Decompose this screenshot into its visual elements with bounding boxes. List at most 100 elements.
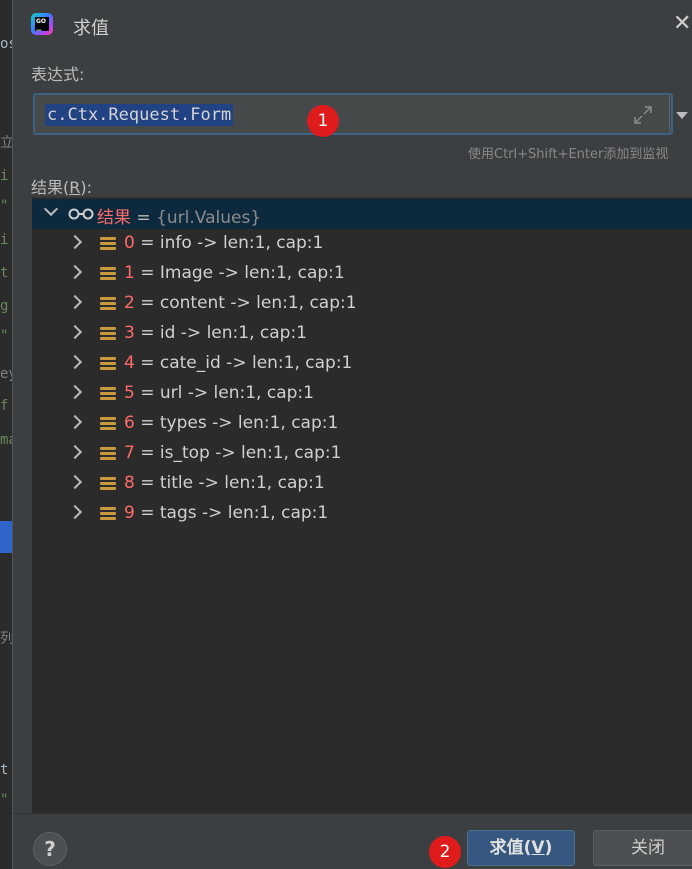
tree-root-row[interactable]: 结果 = {url.Values} <box>32 199 692 229</box>
tree-row-label: 8 = title -> len:1, cap:1 <box>124 473 325 493</box>
editor-selection-highlight <box>0 521 12 553</box>
field-lines-icon <box>100 477 116 491</box>
row-index: 6 <box>124 413 135 433</box>
code-fragment: " <box>0 328 9 344</box>
expression-label: 表达式: <box>31 65 85 84</box>
row-value: = Image -> len:1, cap:1 <box>134 263 345 283</box>
tree-row-label: 1 = Image -> len:1, cap:1 <box>124 263 345 283</box>
evaluate-button[interactable]: 求值(V) <box>467 830 575 866</box>
code-fragment: i <box>0 168 9 184</box>
row-value: = url -> len:1, cap:1 <box>134 383 314 403</box>
row-value: = content -> len:1, cap:1 <box>134 293 357 313</box>
field-lines-icon <box>100 297 116 311</box>
tree-row[interactable]: 2 = content -> len:1, cap:1 <box>32 289 692 319</box>
chevron-right-icon[interactable] <box>67 474 83 490</box>
tree-row[interactable]: 0 = info -> len:1, cap:1 <box>32 229 692 259</box>
row-value: = cate_id -> len:1, cap:1 <box>134 353 353 373</box>
code-fragment: " <box>0 792 9 808</box>
row-value: = id -> len:1, cap:1 <box>134 323 307 343</box>
field-lines-icon <box>100 357 116 371</box>
chevron-right-icon[interactable] <box>67 354 83 370</box>
tree-row[interactable]: 7 = is_top -> len:1, cap:1 <box>32 439 692 469</box>
row-index: 3 <box>124 323 135 343</box>
row-index: 0 <box>124 233 135 253</box>
code-fragment: 立 <box>0 135 12 151</box>
code-fragment: ey <box>0 366 12 382</box>
expression-input[interactable]: c.Ctx.Request.Form <box>33 93 688 135</box>
root-name: 结果 <box>97 208 131 228</box>
close-button[interactable]: 关闭 <box>593 830 692 866</box>
dropdown-separator <box>669 95 670 133</box>
chevron-down-icon[interactable] <box>43 201 59 217</box>
evaluate-dialog: GO — 求值 ✕ 表达式: c.Ctx.Request.Form 1 使用Ctr… <box>12 0 692 869</box>
footer-separator <box>13 813 692 814</box>
root-eq: = <box>131 208 157 228</box>
root-type: {url.Values} <box>156 208 262 228</box>
code-fragment: i <box>0 232 9 248</box>
glasses-icon <box>68 208 94 220</box>
row-index: 2 <box>124 293 135 313</box>
tree-row-label: 4 = cate_id -> len:1, cap:1 <box>124 353 352 373</box>
close-icon[interactable]: ✕ <box>673 12 692 36</box>
code-fragment: 列 <box>0 631 12 647</box>
row-value: = is_top -> len:1, cap:1 <box>134 443 342 463</box>
field-lines-icon <box>100 267 116 281</box>
tree-row-label: 7 = is_top -> len:1, cap:1 <box>124 443 341 463</box>
row-index: 5 <box>124 383 135 403</box>
field-lines-icon <box>100 507 116 521</box>
tree-row-label: 2 = content -> len:1, cap:1 <box>124 293 357 313</box>
code-fragment: g <box>0 298 9 314</box>
chevron-right-icon[interactable] <box>67 294 83 310</box>
row-index: 8 <box>124 473 135 493</box>
code-fragment: t <box>0 265 9 281</box>
result-tree[interactable]: 结果 = {url.Values} 0 = info -> len:1, cap… <box>32 197 692 814</box>
tree-row-label: 0 = info -> len:1, cap:1 <box>124 233 323 253</box>
ide-background-editor: os 立 i " i t g " ey f ma 列 t " <box>0 0 12 869</box>
code-fragment: os <box>0 36 12 52</box>
chevron-right-icon[interactable] <box>67 414 83 430</box>
result-label-pre: 结果( <box>31 178 70 197</box>
row-value: = title -> len:1, cap:1 <box>134 473 325 493</box>
tree-row[interactable]: 8 = title -> len:1, cap:1 <box>32 469 692 499</box>
chevron-right-icon[interactable] <box>67 234 83 250</box>
code-fragment: " <box>0 198 9 214</box>
result-label: 结果(R): <box>31 174 92 198</box>
row-value: = info -> len:1, cap:1 <box>134 233 324 253</box>
tree-row-label: 6 = types -> len:1, cap:1 <box>124 413 338 433</box>
tree-root-label: 结果 = {url.Values} <box>97 203 261 228</box>
tree-row-label: 9 = tags -> len:1, cap:1 <box>124 503 328 523</box>
result-label-post: ): <box>80 178 93 197</box>
tree-row[interactable]: 4 = cate_id -> len:1, cap:1 <box>32 349 692 379</box>
row-index: 4 <box>124 353 135 373</box>
tree-row[interactable]: 9 = tags -> len:1, cap:1 <box>32 499 692 529</box>
expression-text[interactable]: c.Ctx.Request.Form <box>45 104 234 126</box>
chevron-right-icon[interactable] <box>67 264 83 280</box>
expand-icon[interactable] <box>633 105 653 125</box>
chevron-right-icon[interactable] <box>67 384 83 400</box>
tree-row[interactable]: 1 = Image -> len:1, cap:1 <box>32 259 692 289</box>
tree-row[interactable]: 3 = id -> len:1, cap:1 <box>32 319 692 349</box>
result-label-mnemonic: R <box>69 178 81 197</box>
tree-row-label: 5 = url -> len:1, cap:1 <box>124 383 314 403</box>
dialog-titlebar[interactable]: GO — 求值 ✕ <box>13 0 692 52</box>
evaluate-label-post: ) <box>544 838 553 858</box>
watch-hint: 使用Ctrl+Shift+Enter添加到监视 <box>468 147 669 162</box>
tree-row[interactable]: 6 = types -> len:1, cap:1 <box>32 409 692 439</box>
chevron-right-icon[interactable] <box>67 504 83 520</box>
evaluate-mnemonic: V <box>531 838 545 858</box>
row-value: = tags -> len:1, cap:1 <box>134 503 329 523</box>
code-fragment: f <box>0 398 9 414</box>
dropdown-arrow-icon[interactable] <box>676 112 688 119</box>
dialog-title: 求值 <box>73 18 109 39</box>
field-lines-icon <box>100 237 116 251</box>
tree-row[interactable]: 5 = url -> len:1, cap:1 <box>32 379 692 409</box>
goland-icon: GO — <box>31 13 53 35</box>
help-button[interactable]: ? <box>33 832 67 866</box>
field-lines-icon <box>100 447 116 461</box>
code-fragment: t <box>0 762 9 778</box>
chevron-right-icon[interactable] <box>67 324 83 340</box>
chevron-right-icon[interactable] <box>67 444 83 460</box>
field-lines-icon <box>100 387 116 401</box>
field-lines-icon <box>100 417 116 431</box>
row-index: 9 <box>124 503 135 523</box>
